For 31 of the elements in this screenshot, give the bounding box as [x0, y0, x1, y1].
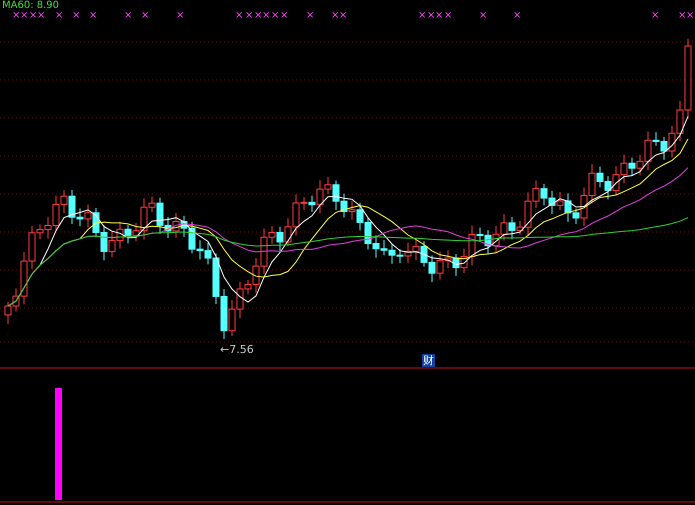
signal-mark: × — [29, 11, 38, 21]
signal-mark: × — [89, 11, 98, 21]
signal-mark: × — [176, 11, 184, 21]
signal-mark: × — [20, 11, 28, 21]
signal-mark: × — [245, 11, 254, 21]
signal-mark: × — [55, 11, 64, 21]
signal-mark: × — [513, 11, 522, 21]
signal-mark: × — [427, 11, 436, 21]
signal-mark: × — [306, 11, 314, 21]
signal-mark: × — [254, 11, 262, 21]
low-price-label: ←7.56 — [220, 343, 254, 356]
signal-mark: × — [72, 11, 80, 21]
signal-mark: × — [280, 11, 288, 21]
signal-mark: × — [141, 11, 150, 21]
signal-mark: × — [418, 11, 426, 21]
signal-mark: × — [271, 11, 280, 21]
signal-mark: × — [479, 11, 488, 21]
signal-mark: × — [331, 11, 340, 21]
signal-mark: × — [435, 11, 444, 21]
signal-mark: × — [339, 11, 348, 21]
signal-mark: × — [235, 11, 244, 21]
signal-mark: × — [262, 11, 270, 21]
signal-mark: × — [651, 11, 660, 21]
signal-mark: × — [12, 11, 20, 21]
finance-badge[interactable]: 财 — [422, 354, 435, 367]
signal-mark: × — [678, 11, 686, 21]
indicator-label: MA60: 8.90 — [2, 0, 60, 11]
signal-mark: × — [686, 11, 694, 21]
signal-mark: × — [37, 11, 46, 21]
signal-mark: × — [124, 11, 132, 21]
signal-mark: × — [444, 11, 452, 21]
